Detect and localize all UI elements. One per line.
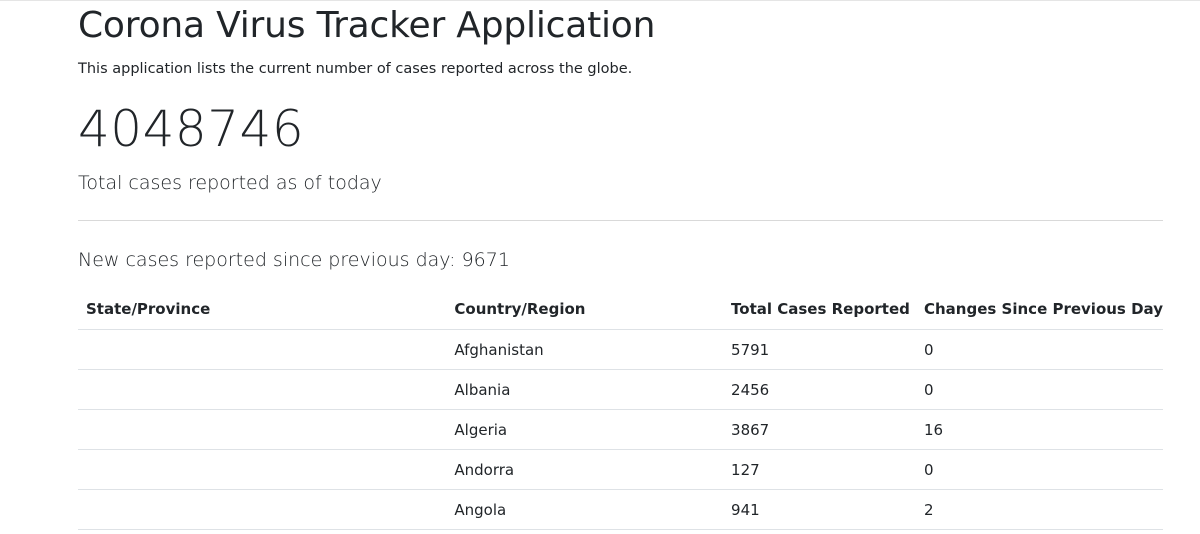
cell-change: 0 <box>916 329 1163 370</box>
page-top-border <box>0 0 1200 1</box>
table-row: Afghanistan 5791 0 <box>78 329 1163 370</box>
table-row: Angola 941 2 <box>78 489 1163 530</box>
cell-state <box>78 449 447 490</box>
new-cases-value: 9671 <box>461 249 510 271</box>
cell-total-cases: 3867 <box>723 409 916 450</box>
column-header-total-cases: Total Cases Reported <box>723 289 916 330</box>
cases-table: State/Province Country/Region Total Case… <box>78 289 1163 530</box>
cell-country: Andorra <box>446 449 724 490</box>
table-header-row: State/Province Country/Region Total Case… <box>78 289 1163 330</box>
page-title: Corona Virus Tracker Application <box>78 5 656 46</box>
cell-state <box>78 329 447 370</box>
total-cases-caption: Total cases reported as of today <box>78 172 382 194</box>
table-row: Algeria 3867 16 <box>78 409 1163 450</box>
cell-change: 2 <box>916 489 1163 530</box>
new-cases-summary: New cases reported since previous day: 9… <box>78 247 510 273</box>
divider <box>78 220 1163 221</box>
total-cases-number: 4048746 <box>78 100 305 158</box>
cell-country: Angola <box>446 489 724 530</box>
cell-state <box>78 489 447 530</box>
column-header-country: Country/Region <box>446 289 724 330</box>
cell-change: 0 <box>916 449 1163 490</box>
cell-total-cases: 941 <box>723 489 916 530</box>
cell-country: Albania <box>446 369 724 410</box>
cell-state <box>78 409 447 450</box>
cell-change: 16 <box>916 409 1163 450</box>
column-header-state: State/Province <box>78 289 447 330</box>
column-header-change: Changes Since Previous Day <box>916 289 1163 330</box>
cell-total-cases: 5791 <box>723 329 916 370</box>
cell-total-cases: 127 <box>723 449 916 490</box>
cell-country: Afghanistan <box>446 329 724 370</box>
new-cases-label: New cases reported since previous day: <box>78 249 462 271</box>
cell-change: 0 <box>916 369 1163 410</box>
page-description: This application lists the current numbe… <box>78 61 633 77</box>
table-row: Andorra 127 0 <box>78 449 1163 490</box>
table-row: Albania 2456 0 <box>78 369 1163 410</box>
cell-total-cases: 2456 <box>723 369 916 410</box>
cell-state <box>78 369 447 410</box>
cell-country: Algeria <box>446 409 724 450</box>
